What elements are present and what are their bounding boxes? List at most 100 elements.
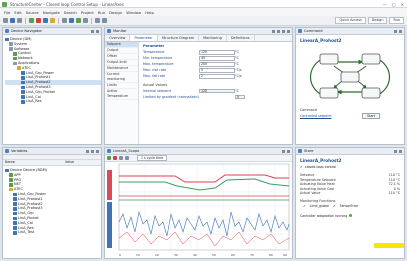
filter-icon[interactable] xyxy=(86,149,89,153)
navigator-icon xyxy=(5,29,9,33)
min-temperature-field[interactable]: 40 xyxy=(199,56,235,61)
axis-icon xyxy=(21,95,25,99)
panel-title: Store xyxy=(304,149,314,153)
menu-design[interactable]: Design xyxy=(109,10,122,15)
minimize-icon[interactable] xyxy=(282,29,285,33)
stop-icon[interactable] xyxy=(36,18,41,23)
menu-project[interactable]: Project xyxy=(81,10,94,15)
max-temperature-field[interactable]: 200 xyxy=(199,62,235,67)
maximize-icon[interactable] xyxy=(96,29,99,33)
play-icon[interactable] xyxy=(107,156,111,160)
menu-edit[interactable]: Edit xyxy=(14,10,21,15)
module-icon xyxy=(17,66,21,70)
maximize-icon[interactable] xyxy=(287,29,290,33)
command-heading: LinearA_Prohost2 xyxy=(300,38,342,43)
maximize-button[interactable]: ▢ xyxy=(392,2,396,7)
column-header-name[interactable]: Name xyxy=(5,160,65,165)
search-icon[interactable] xyxy=(62,18,67,23)
column-header-value[interactable]: Value xyxy=(65,160,74,165)
state-node xyxy=(361,87,381,99)
perspective-design[interactable]: Design xyxy=(367,17,388,24)
tab-overview[interactable]: Overview xyxy=(105,35,131,41)
maximize-icon[interactable] xyxy=(399,29,402,33)
tab-structure-diagram[interactable]: Structure Diagram xyxy=(158,35,200,41)
menu-search[interactable]: Search xyxy=(64,10,77,15)
tab-monitoring[interactable]: Monitoring xyxy=(199,35,227,41)
tab-parameter[interactable]: Parameter xyxy=(130,35,158,41)
state-node xyxy=(340,71,360,83)
network-icon xyxy=(13,56,17,61)
minimize-icon[interactable] xyxy=(91,149,94,153)
status-text: closed-loop control xyxy=(304,165,337,169)
minimize-button[interactable]: — xyxy=(383,2,387,7)
maximize-icon[interactable] xyxy=(399,149,402,153)
new-icon[interactable] xyxy=(3,18,8,23)
max-rise-rate-field[interactable]: 5 xyxy=(199,68,235,73)
panel-title: LinearA_Scope xyxy=(113,149,140,153)
save-icon[interactable] xyxy=(10,18,15,23)
internal-setpoint-value: 120 xyxy=(199,88,235,93)
refresh-icon[interactable] xyxy=(272,29,275,33)
max-fall-rate-field[interactable]: 2 xyxy=(199,74,235,79)
pan-icon[interactable] xyxy=(125,156,129,160)
close-button[interactable]: ✕ xyxy=(401,2,404,7)
unit-label: °C/s xyxy=(235,74,242,79)
pin-icon[interactable] xyxy=(277,29,280,33)
x-tick: 80 xyxy=(269,253,273,257)
check-icon: ✔ xyxy=(303,203,306,208)
perspective-run[interactable]: Run xyxy=(389,17,404,24)
tree-node[interactable]: LinA_Test xyxy=(5,230,101,235)
stop-icon[interactable] xyxy=(113,156,117,160)
download-icon[interactable] xyxy=(76,18,81,23)
store-heading: LinearA_Prohost2 xyxy=(300,158,342,163)
menu-window[interactable]: Window xyxy=(126,10,141,15)
axis-icon xyxy=(21,100,25,104)
debug-icon[interactable] xyxy=(43,18,48,23)
start-button[interactable]: Start xyxy=(362,113,380,119)
back-icon[interactable] xyxy=(95,18,100,23)
axis-icon xyxy=(13,197,17,201)
maximize-icon[interactable] xyxy=(287,149,290,153)
axis-icon xyxy=(21,80,25,85)
zoom-icon[interactable] xyxy=(119,156,123,160)
x-tick: 20 xyxy=(155,253,159,257)
forward-icon[interactable] xyxy=(102,18,107,23)
menu-bar: File Edit Source Navigate Search Project… xyxy=(0,8,407,16)
tab-definitions[interactable]: Definitions xyxy=(227,35,255,41)
temperature-field[interactable]: 120 xyxy=(199,50,235,55)
window-title: StructureCenter - Closed loop Control Se… xyxy=(10,1,124,7)
unit-label: °C xyxy=(235,50,239,55)
parameter-group-list: Setpoint Output Offset Output limit Main… xyxy=(105,42,139,144)
status-row: Actual Value 110 °C xyxy=(300,191,400,196)
menu-navigate[interactable]: Navigate xyxy=(43,10,60,15)
minimize-icon[interactable] xyxy=(394,29,397,33)
minimize-icon[interactable] xyxy=(282,149,285,153)
minimize-icon[interactable] xyxy=(394,149,397,153)
quick-access-field[interactable]: Quick Access xyxy=(335,17,366,24)
build-icon[interactable] xyxy=(50,18,55,23)
device-navigator-panel: Device Navigator Device (DM) System Soft… xyxy=(2,27,102,145)
menu-source[interactable]: Source xyxy=(26,10,39,15)
print-icon[interactable] xyxy=(17,18,22,23)
monitor-icon xyxy=(107,29,111,33)
monitor-item: Limit_global xyxy=(309,203,329,208)
panel-title: Device Navigator xyxy=(11,29,43,33)
cycle-time-select[interactable]: 1 s cycle time xyxy=(137,155,168,161)
section-heading: Parameter xyxy=(143,44,165,48)
run-icon[interactable] xyxy=(29,18,34,23)
menu-help[interactable]: Help xyxy=(145,10,154,15)
group-current-monitoring[interactable]: Current monitoring xyxy=(105,72,138,83)
controlled-setpoint-link[interactable]: Controlled setpoint xyxy=(300,114,331,118)
scope-icon xyxy=(107,149,111,153)
group-active-temperature[interactable]: Active Temperature xyxy=(105,89,138,100)
toolbar-divider xyxy=(25,17,26,24)
folder-icon xyxy=(13,61,17,66)
maximize-icon[interactable] xyxy=(96,149,99,153)
menu-run[interactable]: Run xyxy=(98,10,105,15)
tree-node[interactable]: LinA_Res xyxy=(5,99,101,104)
menu-file[interactable]: File xyxy=(4,10,10,15)
panel-title: Variables xyxy=(11,149,28,153)
connect-icon[interactable] xyxy=(69,18,74,23)
minimize-icon[interactable] xyxy=(91,29,94,33)
settings-icon[interactable] xyxy=(83,18,88,23)
